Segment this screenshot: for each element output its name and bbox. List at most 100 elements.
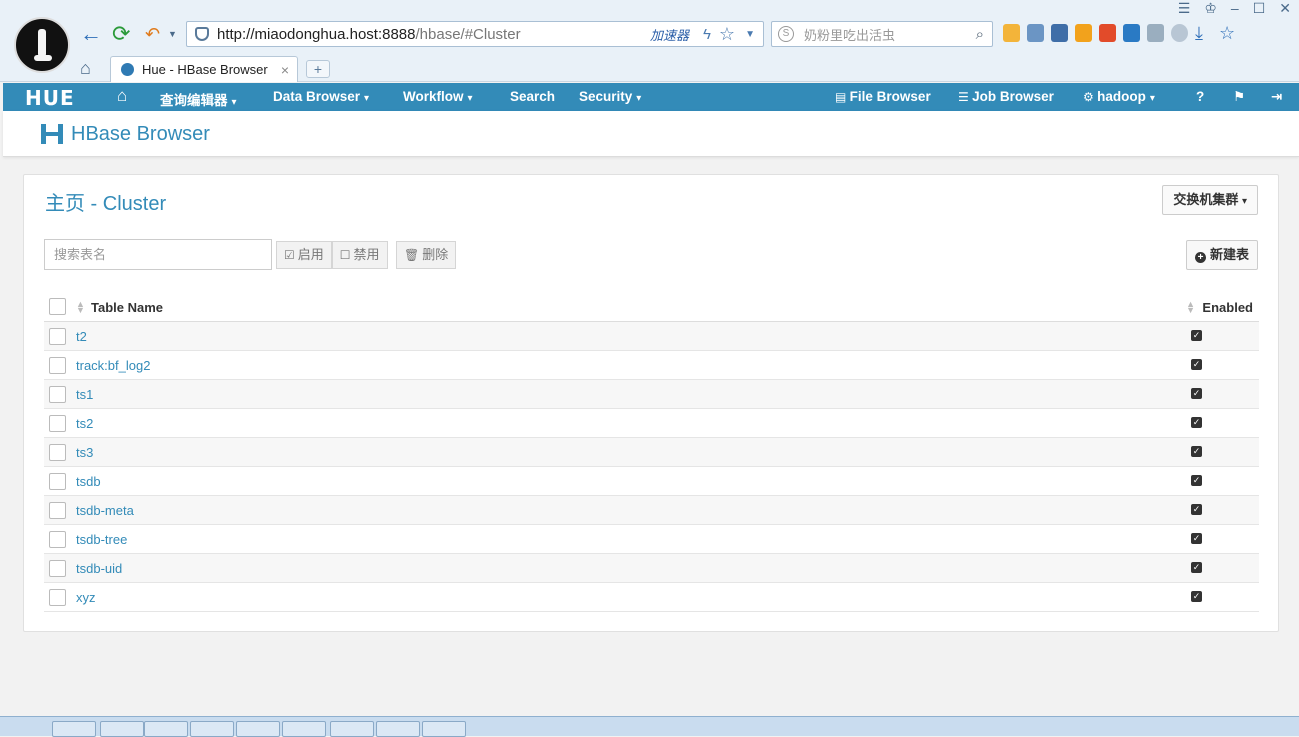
taskbar-app[interactable] xyxy=(100,721,144,737)
enable-button[interactable]: ☑ 启用 xyxy=(276,241,332,269)
puzzle-icon[interactable] xyxy=(1147,24,1164,42)
undo-dropdown-icon[interactable]: ▼ xyxy=(168,22,177,46)
row-checkbox[interactable] xyxy=(49,357,66,374)
table-row[interactable]: tsdb-tree ✓ xyxy=(44,525,1259,554)
chat-icon[interactable] xyxy=(1171,24,1188,42)
logout-icon[interactable]: ⇥ xyxy=(1271,89,1282,105)
lightning-icon[interactable]: ϟ xyxy=(703,26,711,43)
row-checkbox[interactable] xyxy=(49,444,66,461)
extension-icon[interactable] xyxy=(1027,24,1044,42)
tab-strip: ⌂ Hue - HBase Browser × + xyxy=(0,56,1299,82)
nav-user-menu[interactable]: ⚙ hadoop ▾ xyxy=(1083,89,1155,104)
help-icon[interactable]: ? xyxy=(1196,89,1204,104)
breadcrumb-home[interactable]: 主页 xyxy=(45,193,85,215)
url-path: /hbase/#Cluster xyxy=(415,25,521,43)
hue-logo[interactable]: HUE xyxy=(25,86,75,110)
table-row[interactable]: tsdb-uid ✓ xyxy=(44,554,1259,583)
maximize-icon[interactable]: ☐ xyxy=(1253,0,1266,18)
table-row[interactable]: tsdb-meta ✓ xyxy=(44,496,1259,525)
row-checkbox[interactable] xyxy=(49,531,66,548)
sort-icon[interactable]: ▲ ▼ xyxy=(76,300,85,315)
table-row[interactable]: track:bf_log2 ✓ xyxy=(44,351,1259,380)
table-row[interactable]: ts2 ✓ xyxy=(44,409,1259,438)
browser-search-input[interactable]: S 奶粉里吃出活虫 ⌕ xyxy=(771,21,993,47)
table-name-link[interactable]: t2 xyxy=(76,329,87,344)
nav-security[interactable]: Security ▾ xyxy=(579,89,641,104)
table-name-link[interactable]: xyz xyxy=(76,590,96,605)
taskbar-app[interactable] xyxy=(236,721,280,737)
download-icon[interactable]: ⤓ xyxy=(1195,24,1212,42)
search-engine-icon[interactable]: S xyxy=(778,26,794,42)
taskbar-app[interactable] xyxy=(282,721,326,737)
nav-job-browser[interactable]: ☰ Job Browser xyxy=(958,89,1054,104)
row-checkbox[interactable] xyxy=(49,328,66,345)
key-icon[interactable] xyxy=(1075,24,1092,42)
table-name-link[interactable]: track:bf_log2 xyxy=(76,358,150,373)
back-arrow-icon[interactable]: ← xyxy=(80,22,102,46)
tab-close-icon[interactable]: × xyxy=(281,62,289,78)
taskbar-app[interactable] xyxy=(190,721,234,737)
home-icon[interactable]: ⌂ xyxy=(80,58,91,79)
nav-file-browser[interactable]: ▤ File Browser xyxy=(835,89,931,104)
table-name-link[interactable]: tsdb-meta xyxy=(76,503,134,518)
new-table-button[interactable]: + 新建表 xyxy=(1185,240,1258,270)
taskbar-app[interactable] xyxy=(144,721,188,737)
minimize-icon[interactable]: – xyxy=(1231,0,1239,18)
favorites-star-icon[interactable]: ☆ xyxy=(1219,24,1236,42)
column-header-enabled[interactable]: Enabled xyxy=(1202,300,1253,315)
table-row[interactable]: xyz ✓ xyxy=(44,583,1259,612)
nav-data-browser[interactable]: Data Browser ▾ xyxy=(273,89,369,104)
table-row[interactable]: tsdb ✓ xyxy=(44,467,1259,496)
flag-icon[interactable]: ⚑ xyxy=(1233,89,1245,105)
refresh-icon[interactable]: ⟳ xyxy=(112,22,130,46)
extension-icon[interactable] xyxy=(1099,24,1116,42)
switch-cluster-button[interactable]: 交换机集群 ▾ xyxy=(1162,185,1258,215)
taskbar-app[interactable] xyxy=(376,721,420,737)
nav-query-editors[interactable]: 查询编辑器 ▾ xyxy=(160,89,237,109)
table-row[interactable]: ts3 ✓ xyxy=(44,438,1259,467)
delete-button[interactable]: 🗑 删除 xyxy=(396,241,457,269)
table-name-link[interactable]: ts1 xyxy=(76,387,93,402)
taskbar-app[interactable] xyxy=(422,721,466,737)
disable-button[interactable]: ☐ 禁用 xyxy=(331,241,388,269)
row-checkbox[interactable] xyxy=(49,415,66,432)
row-checkbox[interactable] xyxy=(49,560,66,577)
table-search-input[interactable]: 搜索表名 xyxy=(44,239,272,270)
table-name-link[interactable]: tsdb xyxy=(76,474,101,489)
row-checkbox[interactable] xyxy=(49,502,66,519)
taskbar-app[interactable] xyxy=(52,721,96,737)
close-icon[interactable]: ✕ xyxy=(1279,0,1291,18)
accelerator-link[interactable]: 加速器 xyxy=(650,25,689,44)
row-checkbox[interactable] xyxy=(49,473,66,490)
skin-icon[interactable]: ♔ xyxy=(1204,0,1217,18)
hue-favicon-icon xyxy=(121,63,134,76)
extension-icon[interactable] xyxy=(1003,24,1020,42)
browser-tab[interactable]: Hue - HBase Browser × xyxy=(110,56,298,82)
row-checkbox[interactable] xyxy=(49,386,66,403)
undo-icon[interactable]: ↶ xyxy=(145,22,160,46)
table-name-link[interactable]: tsdb-uid xyxy=(76,561,122,576)
table-row[interactable]: ts1 ✓ xyxy=(44,380,1259,409)
search-icon[interactable]: ⌕ xyxy=(976,26,984,43)
table-name-link[interactable]: ts3 xyxy=(76,445,93,460)
extension-icon[interactable] xyxy=(1123,24,1140,42)
scissors-icon[interactable] xyxy=(1051,24,1068,42)
sort-icon[interactable]: ▲ ▼ xyxy=(1186,300,1195,315)
row-checkbox[interactable] xyxy=(49,589,66,606)
home-icon[interactable]: ⌂ xyxy=(117,86,127,106)
column-header-table-name[interactable]: Table Name xyxy=(91,300,163,315)
nav-workflow[interactable]: Workflow ▾ xyxy=(403,89,473,104)
table-name-link[interactable]: tsdb-tree xyxy=(76,532,127,547)
select-all-checkbox[interactable] xyxy=(49,298,66,315)
menu-icon[interactable]: ☰ xyxy=(1178,0,1191,18)
page-title: HBase Browser xyxy=(71,123,210,145)
table-row[interactable]: t2 ✓ xyxy=(44,322,1259,351)
table-name-link[interactable]: ts2 xyxy=(76,416,93,431)
new-tab-button[interactable]: + xyxy=(306,60,330,78)
address-bar[interactable]: http://miaodonghua.host:8888/hbase/#Clus… xyxy=(186,21,764,47)
bookmark-star-icon[interactable]: ☆ xyxy=(719,24,735,45)
taskbar-app[interactable] xyxy=(330,721,374,737)
nav-search[interactable]: Search xyxy=(510,89,555,104)
breadcrumb-cluster[interactable]: Cluster xyxy=(103,193,166,215)
address-dropdown-icon[interactable]: ▼ xyxy=(745,29,755,40)
